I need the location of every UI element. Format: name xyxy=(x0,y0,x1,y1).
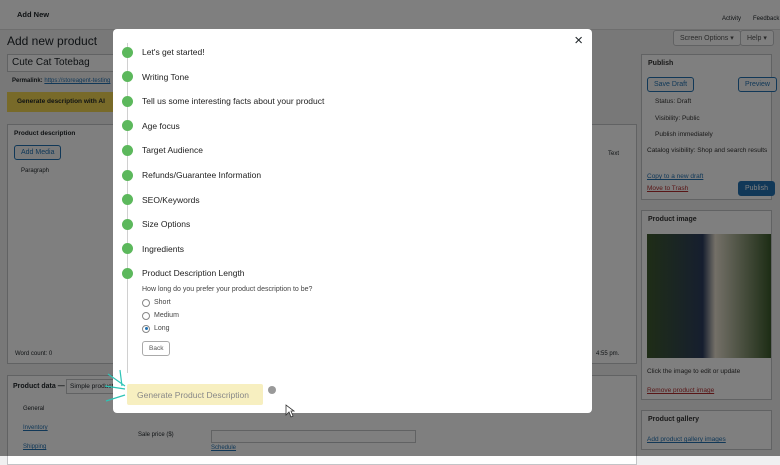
arrow-pointers-icon xyxy=(104,369,126,402)
option-label: Medium xyxy=(154,312,179,319)
step-complete-icon xyxy=(122,144,133,156)
generate-description-button[interactable]: Generate Product Description xyxy=(127,384,263,405)
step-label: SEO/Keywords xyxy=(142,194,200,205)
step-label: Target Audience xyxy=(142,145,203,156)
wizard-step[interactable]: Size Options xyxy=(122,217,190,231)
timeline-line xyxy=(127,43,128,373)
step-label: Product Description Length xyxy=(142,268,245,279)
length-option-short[interactable]: Short xyxy=(142,296,312,309)
radio-button[interactable] xyxy=(142,298,150,307)
wizard-step[interactable]: Writing Tone xyxy=(122,70,189,84)
step-label: Writing Tone xyxy=(142,71,189,82)
step-label: Refunds/Guarantee Information xyxy=(142,170,262,180)
wizard-step[interactable]: Tell us some interesting facts about you… xyxy=(122,94,324,108)
length-option-long[interactable]: Long xyxy=(142,322,312,335)
step-label: Size Options xyxy=(142,219,191,230)
step-label: Ingredients xyxy=(142,243,185,254)
wizard-step[interactable]: SEO/Keywords xyxy=(122,193,200,207)
step-complete-icon xyxy=(122,71,133,83)
step-complete-icon xyxy=(122,120,133,132)
step-complete-icon xyxy=(122,194,133,206)
length-question: How long do you prefer your product desc… xyxy=(142,286,313,293)
back-button[interactable]: Back xyxy=(142,341,171,356)
wizard-step[interactable]: Age focus xyxy=(122,119,180,133)
step-complete-icon xyxy=(122,218,133,230)
step-complete-icon xyxy=(122,169,133,181)
loading-spinner-icon xyxy=(268,386,276,394)
step-label: Tell us some interesting facts about you… xyxy=(142,96,325,107)
wizard-step[interactable]: Ingredients xyxy=(122,242,184,256)
wizard-step[interactable]: Target Audience xyxy=(122,143,203,157)
option-label: Long xyxy=(154,325,170,332)
close-icon[interactable]: × xyxy=(574,32,583,49)
step-complete-icon xyxy=(122,267,133,279)
radio-button[interactable] xyxy=(142,324,150,333)
wizard-step[interactable]: Refunds/Guarantee Information xyxy=(122,168,261,182)
mouse-cursor-icon xyxy=(285,404,295,418)
step-complete-icon xyxy=(122,243,133,255)
wizard-step[interactable]: Product Description Length xyxy=(122,266,245,280)
step-complete-icon xyxy=(122,46,133,58)
step-label: Age focus xyxy=(142,120,180,131)
radio-button[interactable] xyxy=(142,311,150,320)
length-option-medium[interactable]: Medium xyxy=(142,309,312,322)
step-complete-icon xyxy=(122,95,133,107)
option-label: Short xyxy=(154,299,171,306)
wizard-step[interactable]: Let's get started! xyxy=(122,45,205,59)
ai-wizard-modal: × Let's get started! Writing Tone Tell us … xyxy=(104,29,592,418)
step-label: Let's get started! xyxy=(142,47,205,57)
